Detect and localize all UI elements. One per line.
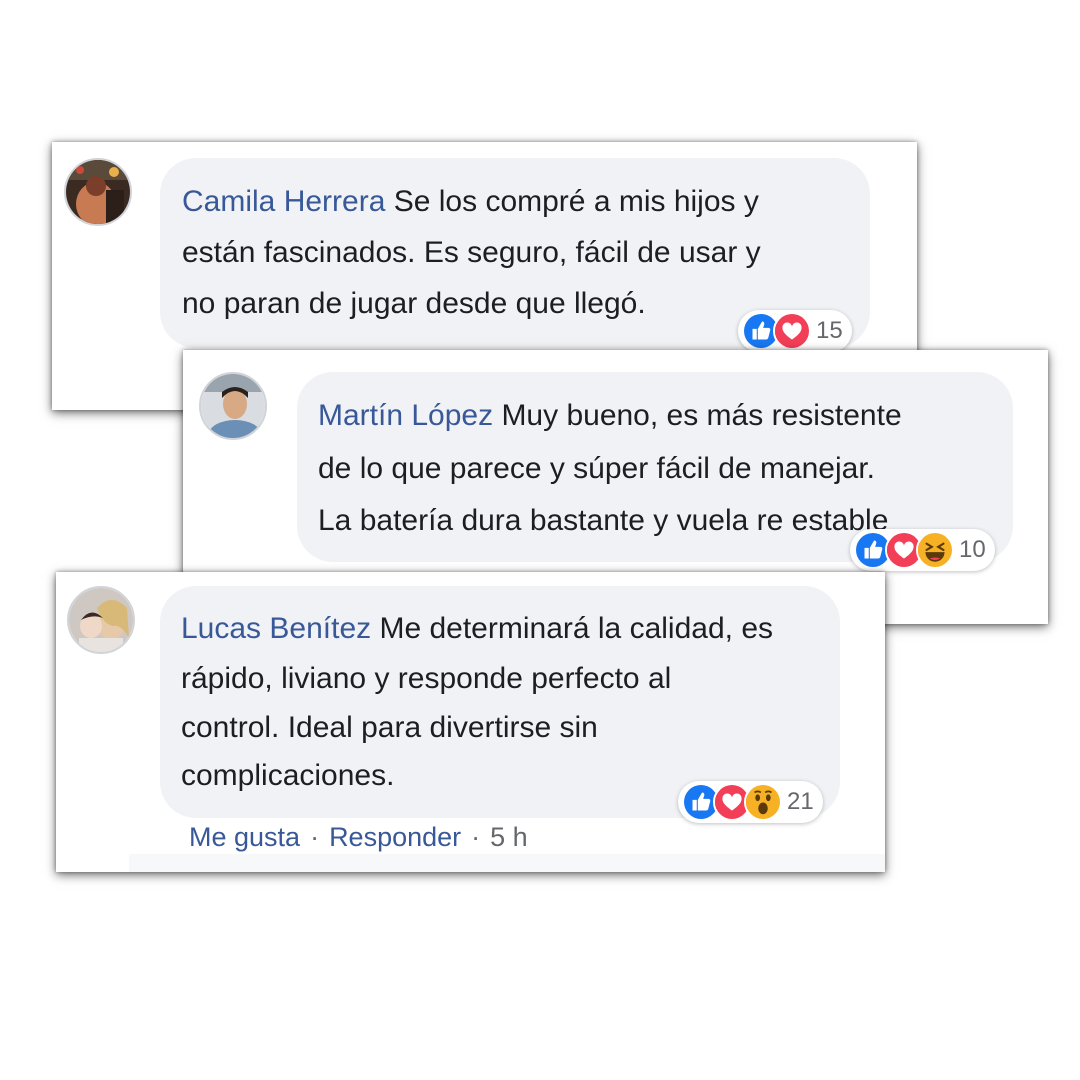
love-icon [773,312,811,350]
next-comment-edge [129,854,885,872]
comment-line: Lucas Benítez Me determinará la calidad,… [181,603,773,654]
reaction-summary[interactable]: 15 [738,310,852,352]
comment-line: Camila Herrera Se los compré a mis hijos… [182,176,759,227]
avatar[interactable] [199,372,267,440]
separator-dot: · [310,822,320,852]
comment-text: Me determinará la calidad, es [379,612,773,645]
reply-link[interactable]: Responder [329,822,461,853]
comment-author[interactable]: Lucas Benítez [181,612,371,645]
comment-line: rápido, liviano y responde perfecto al [181,662,672,695]
comment-actions: Me gusta · Responder · 5 h [189,822,528,853]
comment-line: control. Ideal para divertirse sin [181,711,598,744]
comment-author[interactable]: Martín López [318,399,493,432]
reaction-summary[interactable]: 10 [850,529,995,571]
comment-timestamp[interactable]: 5 h [490,822,528,853]
reaction-count: 10 [959,536,986,563]
comment-text: Muy bueno, es más resistente [501,399,902,432]
wow-icon [744,783,782,821]
avatar[interactable] [67,586,135,654]
comment-author[interactable]: Camila Herrera [182,185,385,218]
comment-card-3: Lucas Benítez Me determinará la calidad,… [56,572,885,872]
separator-dot: · [471,822,481,852]
reaction-count: 21 [787,788,814,815]
comment-line: de lo que parece y súper fácil de maneja… [318,452,876,485]
like-link[interactable]: Me gusta [189,822,300,853]
reaction-summary[interactable]: 21 [678,781,823,823]
comment-text: Se los compré a mis hijos y [393,185,759,218]
haha-icon [916,531,954,569]
comment-line: La batería dura bastante y vuela re esta… [318,504,889,537]
comment-line: complicaciones. [181,759,395,792]
reaction-count: 15 [816,317,843,344]
comment-line: están fascinados. Es seguro, fácil de us… [182,236,761,269]
comment-line: no paran de jugar desde que llegó. [182,287,646,320]
comment-line: Martín López Muy bueno, es más resistent… [318,390,902,441]
avatar[interactable] [64,158,132,226]
